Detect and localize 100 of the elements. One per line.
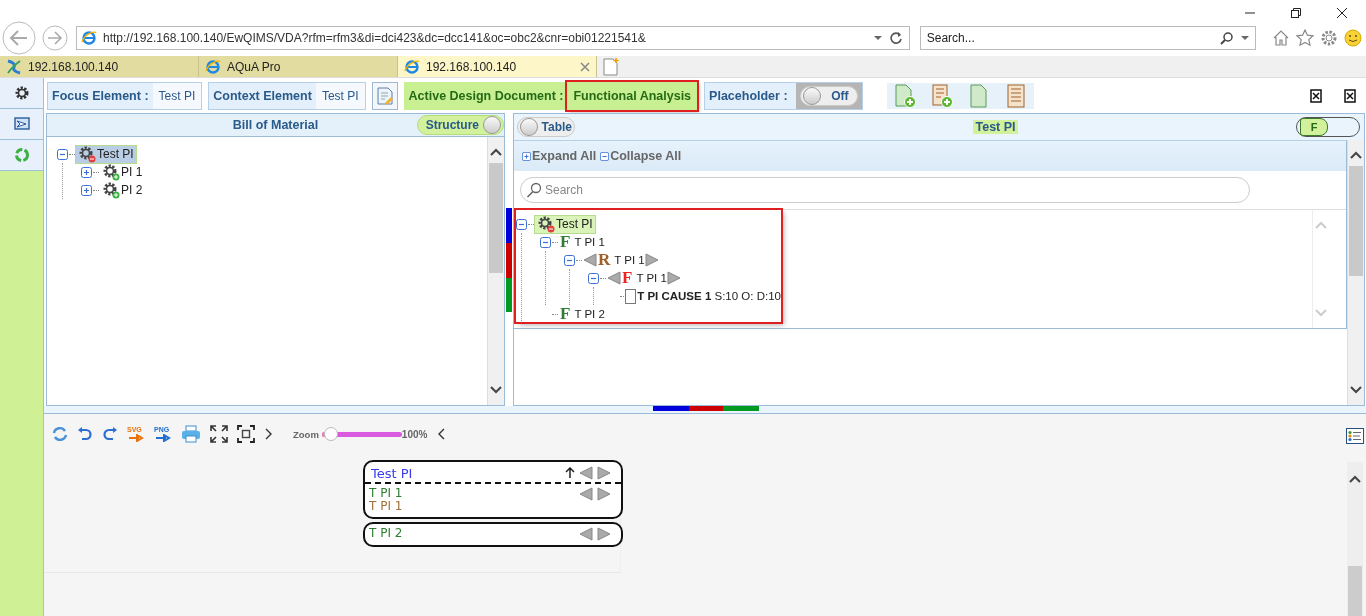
browser-tab[interactable]: 192.168.100.140 [398, 56, 597, 77]
scroll-down-icon[interactable] [1349, 385, 1363, 395]
search-icon[interactable] [1220, 31, 1234, 45]
site-logo-icon [6, 58, 22, 75]
scrollbar-thumb[interactable] [489, 163, 503, 273]
scroll-up-icon[interactable] [1348, 474, 1362, 484]
filter-toggle[interactable]: F [1296, 117, 1360, 137]
chevron-left-icon[interactable] [436, 427, 447, 441]
tree-item[interactable]: Test PI [76, 145, 136, 163]
close-tab-icon[interactable] [580, 61, 590, 72]
left-arrow-icon[interactable] [579, 487, 593, 501]
card-item: T PI 1 [369, 500, 403, 513]
function-letter: R [598, 250, 611, 270]
function-letter: F [560, 304, 571, 324]
scroll-up-icon[interactable] [1349, 150, 1363, 160]
refresh-icon[interactable] [52, 426, 68, 442]
collapse-toggle-icon[interactable] [516, 218, 527, 230]
browser-logo-icon [404, 58, 420, 75]
up-arrow-icon[interactable] [565, 467, 575, 479]
tree-item[interactable]: T PI 1 [574, 236, 605, 248]
collapse-toggle-icon[interactable] [588, 272, 599, 284]
scrollbar-thumb[interactable] [1349, 166, 1363, 276]
dropdown-icon[interactable] [1240, 33, 1250, 43]
fit-screen-icon[interactable] [237, 425, 255, 443]
tree-item[interactable]: T PI 1 [614, 254, 645, 266]
field-label: Context Element [213, 88, 313, 103]
search-field[interactable]: Search [520, 177, 1250, 203]
right-arrow-icon[interactable] [644, 253, 659, 267]
toggle-switch[interactable]: Off [799, 85, 858, 106]
tree-item[interactable]: PI 2 [100, 181, 145, 199]
legend-icon[interactable] [1346, 428, 1364, 444]
print-icon[interactable] [181, 425, 201, 443]
color-strip-icon [506, 207, 512, 312]
settings-icon[interactable] [13, 85, 30, 101]
close-box-icon[interactable] [1344, 88, 1356, 103]
cycle-icon[interactable] [13, 147, 30, 163]
browser-logo-icon [81, 30, 97, 46]
smiley-icon[interactable] [1344, 29, 1362, 47]
address-field[interactable]: http://192.168.100.140/EwQIMS/VDA?rfm=rfm3&di=dci423&dc=dcc141&oc=obc2&cnr=obi01221541& [76, 26, 910, 50]
collapse-toggle-icon[interactable] [564, 254, 575, 266]
tree-item[interactable]: Test PI [535, 215, 595, 233]
field-value: Test PI [152, 82, 202, 109]
zoom-slider[interactable] [321, 427, 402, 441]
dropdown-icon[interactable] [872, 33, 883, 43]
browser-tab[interactable]: 192.168.100.140 [0, 56, 199, 77]
collapse-all-button[interactable]: Collapse All [600, 149, 682, 163]
zoom-reading: 100% [401, 428, 428, 440]
gear-icon [102, 163, 120, 181]
left-arrow-icon[interactable] [583, 253, 597, 267]
monitor-icon[interactable] [13, 116, 30, 132]
redo-icon[interactable] [102, 426, 118, 442]
function-letter: F [622, 268, 633, 288]
scroll-up-icon[interactable] [489, 147, 503, 157]
checkbox[interactable] [625, 288, 637, 304]
card-title: Test PI [371, 465, 413, 481]
tree-item[interactable]: T PI CAUSE 1 S:10 O: D:10 [637, 290, 781, 302]
right-arrow-icon[interactable] [597, 527, 611, 541]
expand-toggle-icon[interactable] [81, 166, 92, 178]
expand-icon[interactable] [522, 151, 531, 161]
refresh-icon[interactable] [888, 31, 903, 45]
left-arrow-icon[interactable] [607, 271, 621, 285]
card-item: T PI 2 [369, 527, 403, 540]
undo-icon[interactable] [77, 426, 93, 442]
collapse-toggle-icon[interactable] [540, 236, 551, 248]
document-edit-icon [376, 86, 393, 105]
fullscreen-icon[interactable] [210, 425, 228, 443]
add-list-icon[interactable] [929, 83, 954, 108]
close-box-icon[interactable] [1310, 88, 1322, 103]
back-icon[interactable] [2, 21, 36, 55]
tree-item[interactable]: T PI 2 [574, 308, 605, 320]
expand-toggle-icon[interactable] [81, 184, 92, 196]
function-letter: F [560, 232, 571, 252]
expand-all-button[interactable]: Expand All [522, 149, 597, 163]
slider-thumb[interactable] [324, 427, 339, 441]
field-label: Placeholder : [709, 88, 789, 103]
collapse-toggle-icon[interactable] [57, 148, 68, 160]
toggle-switch[interactable]: Structure [416, 115, 504, 135]
field-value: Test PI [315, 82, 365, 109]
right-arrow-icon[interactable] [597, 487, 611, 501]
scrollbar-thumb[interactable] [1348, 566, 1362, 616]
collapse-icon[interactable] [600, 151, 610, 161]
toggle-switch[interactable]: Table [517, 117, 575, 137]
restore-icon[interactable] [1290, 7, 1302, 19]
right-arrow-icon[interactable] [666, 271, 681, 285]
browser-logo-icon [205, 58, 221, 75]
tree-item[interactable]: T PI 1 [636, 272, 667, 284]
add-document-icon[interactable] [892, 83, 917, 108]
browser-tab[interactable]: AQuA Pro [199, 56, 398, 77]
chevron-right-icon[interactable] [264, 427, 274, 441]
home-icon[interactable] [1272, 29, 1290, 47]
field-label: Focus Element : [52, 88, 150, 103]
search-field[interactable]: Search... [919, 26, 1256, 50]
field-label: Active Design Document : [408, 88, 565, 103]
close-icon[interactable] [1336, 7, 1348, 19]
left-arrow-icon[interactable] [579, 527, 593, 541]
tree-item[interactable]: PI 1 [100, 163, 145, 181]
right-arrow-icon[interactable] [597, 466, 611, 480]
gear-icon [537, 215, 555, 233]
scroll-down-icon[interactable] [489, 385, 503, 395]
star-icon[interactable] [1296, 29, 1314, 47]
